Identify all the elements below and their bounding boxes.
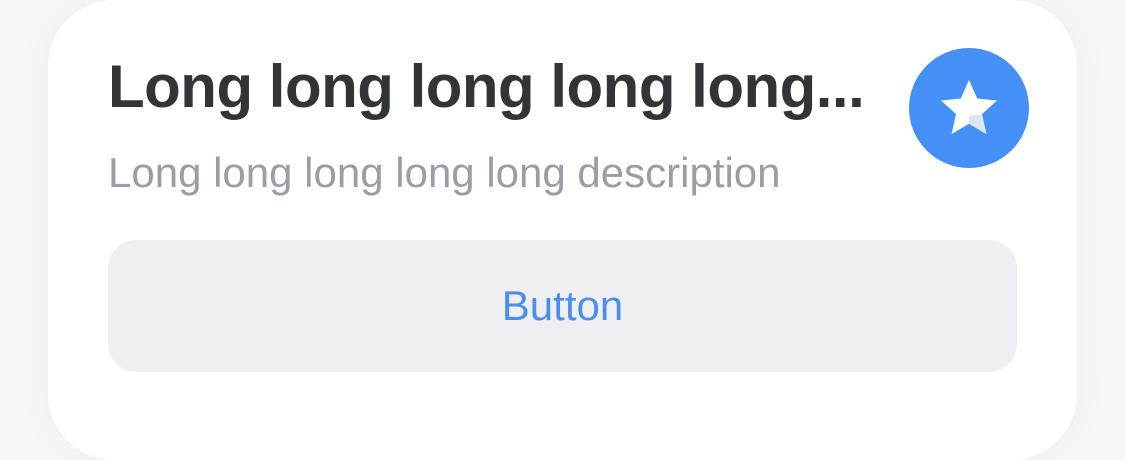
- star-badge: [909, 48, 1029, 168]
- action-button-label: Button: [501, 282, 624, 329]
- star-icon: [941, 80, 997, 134]
- card-description: Long long long long long description: [108, 149, 781, 196]
- card: Long long long long long... Long long lo…: [48, 0, 1077, 460]
- card-title: Long long long long long...: [108, 53, 865, 120]
- action-button[interactable]: Button: [108, 240, 1017, 372]
